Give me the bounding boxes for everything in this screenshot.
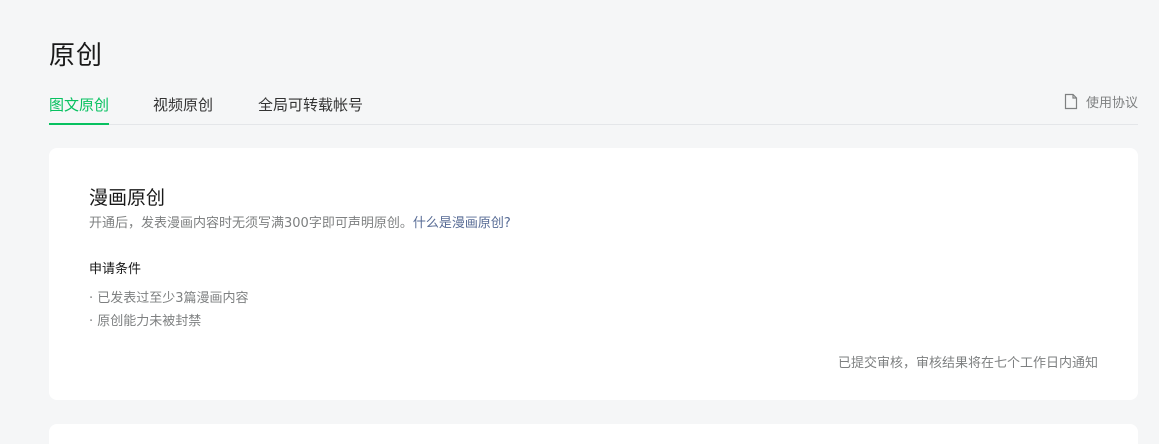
- condition-item: · 已发表过至少3篇漫画内容: [89, 291, 249, 306]
- document-icon: [1064, 93, 1078, 110]
- tab-global-repost-accounts[interactable]: 全局可转载帐号: [258, 94, 363, 116]
- next-card: [49, 424, 1138, 444]
- page: 原创 图文原创 视频原创 全局可转载帐号 使用协议 漫画原创 开通后，发表漫画内…: [0, 0, 1159, 444]
- usage-agreement-label: 使用协议: [1085, 96, 1138, 111]
- conditions-list: · 已发表过至少3篇漫画内容 · 原创能力未被封禁: [89, 287, 249, 333]
- condition-item: · 原创能力未被封禁: [89, 314, 202, 329]
- review-status-text: 已提交审核，审核结果将在七个工作日内通知: [837, 356, 1098, 371]
- tab-video-original[interactable]: 视频原创: [153, 94, 213, 116]
- card-description: 开通后，发表漫画内容时无须写满300字即可声明原创。什么是漫画原创?: [89, 214, 511, 234]
- page-title: 原创: [49, 41, 104, 71]
- comic-original-card: 漫画原创 开通后，发表漫画内容时无须写满300字即可声明原创。什么是漫画原创? …: [49, 148, 1138, 400]
- card-title: 漫画原创: [89, 187, 166, 209]
- conditions-title: 申请条件: [89, 262, 142, 277]
- tab-bar: 图文原创 视频原创 全局可转载帐号 使用协议: [49, 92, 1138, 125]
- card-description-text: 开通后，发表漫画内容时无须写满300字即可声明原创。: [89, 216, 413, 231]
- tab-article-original[interactable]: 图文原创: [49, 94, 110, 125]
- usage-agreement-link[interactable]: 使用协议: [1064, 92, 1138, 111]
- what-is-comic-original-link[interactable]: 什么是漫画原创?: [413, 216, 511, 231]
